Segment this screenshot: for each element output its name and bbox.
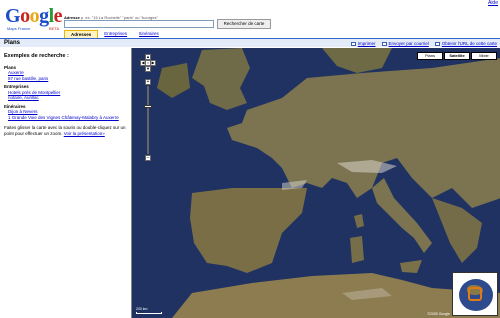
zoom-slider[interactable]: + − (144, 79, 152, 161)
logo-wordmark: Google (5, 5, 63, 27)
printer-icon (350, 41, 356, 46)
map-type-buttons: Plans Satellite Mixte (417, 52, 497, 60)
pan-control: ▲ ◀ ○ ▶ ▼ (140, 54, 156, 72)
search-tabs: Adresses Entreprises Itinéraires (64, 30, 165, 38)
link-icon (434, 41, 440, 46)
map-url-link[interactable]: Obtenir l'URL de cette carte (442, 39, 497, 48)
example-link[interactable]: 1 Grande Voie des Vignes Châtenay-Malabr… (4, 115, 126, 121)
google-logo[interactable]: Google Maps France BETA (5, 5, 63, 32)
search-input[interactable] (64, 20, 214, 28)
map-type-mixte[interactable]: Mixte (471, 52, 497, 60)
map-type-plans[interactable]: Plans (417, 52, 443, 60)
beta-badge: BETA (49, 26, 60, 31)
search-button[interactable]: Rechercher de carte (217, 19, 271, 29)
scale-bar: 200 km (136, 307, 162, 314)
email-icon (381, 41, 387, 46)
map-canvas[interactable]: Plans Satellite Mixte ▲ ◀ ○ ▶ ▼ + − 200 … (131, 48, 500, 318)
overview-viewport[interactable] (468, 287, 482, 301)
print-link[interactable]: Imprimer (358, 39, 376, 48)
tab-adresses[interactable]: Adresses (64, 30, 99, 38)
zoom-track[interactable] (147, 86, 149, 154)
map-help-note: Faites glisser la carte avec la souris o… (4, 125, 126, 136)
logo-subtitle: Maps France (7, 26, 31, 31)
tab-entreprises[interactable]: Entreprises (98, 30, 133, 38)
title-bar: Plans Imprimer Envoyer par courriel Obte… (0, 38, 500, 47)
zoom-in-icon[interactable]: + (145, 79, 151, 85)
zoom-out-icon[interactable]: − (145, 155, 151, 161)
map-navigation: ▲ ◀ ○ ▶ ▼ + − (140, 54, 156, 161)
example-link[interactable]: 87 rue bastille, paris (4, 76, 126, 82)
satellite-imagery (132, 48, 500, 318)
examples-title: Exemples de recherche : (4, 53, 69, 59)
zoom-knob[interactable] (144, 105, 152, 109)
pan-down-icon[interactable]: ▼ (145, 66, 151, 72)
sidebar: Exemples de recherche : Plans Auxerre 87… (0, 48, 130, 318)
map-copyright: ©2005 Google (427, 312, 450, 316)
map-type-satellite[interactable]: Satellite (444, 52, 470, 60)
tab-itineraires[interactable]: Itinéraires (133, 30, 165, 38)
page-title: Plans (4, 40, 21, 46)
overview-map[interactable] (452, 272, 498, 316)
example-link[interactable]: notaire, Aurillac (4, 95, 126, 101)
presentation-link[interactable]: Voir la présentation» (64, 131, 105, 136)
help-link[interactable]: Aide (488, 0, 498, 6)
email-link[interactable]: Envoyer par courriel (389, 39, 429, 48)
